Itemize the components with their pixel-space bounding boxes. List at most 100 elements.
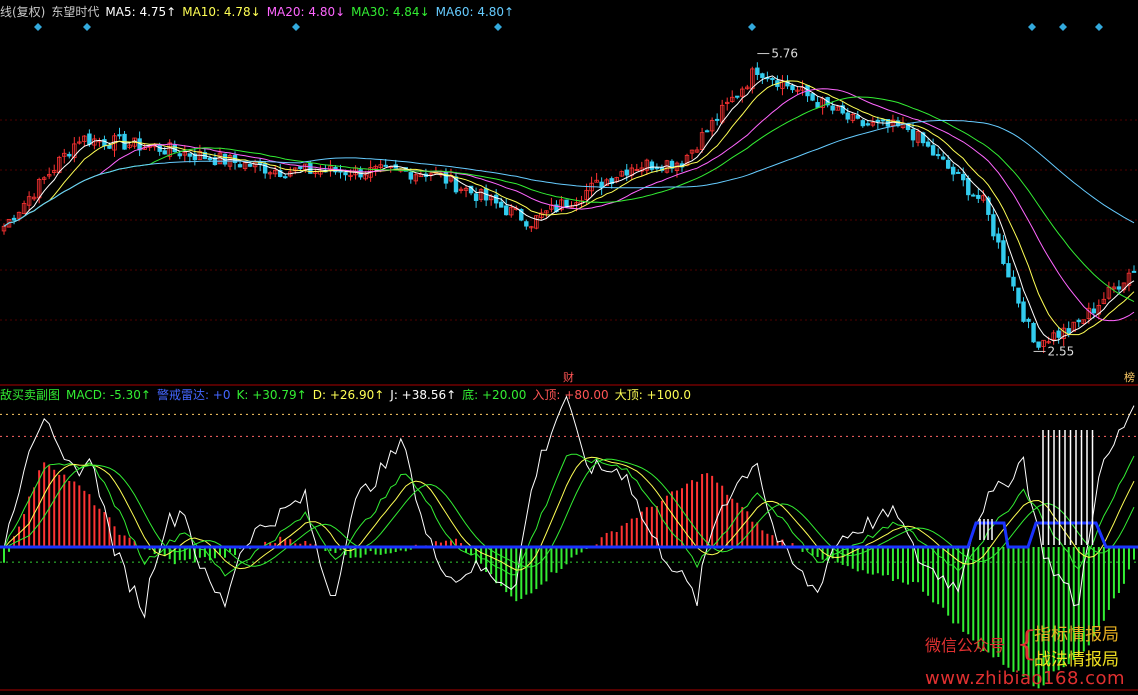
- ma20-line: [3, 88, 1135, 322]
- top-legend-item-1: 东望时代: [51, 5, 100, 19]
- radar-line: [0, 521, 1138, 549]
- candle-body: [704, 130, 710, 133]
- candle-body: [845, 112, 850, 120]
- candle-body: [790, 85, 795, 91]
- candle-body: [564, 199, 569, 208]
- candle-body: [945, 159, 951, 169]
- kdj-d-line: [3, 456, 1135, 571]
- candle-body: [102, 139, 107, 147]
- signal-diamond-0: [34, 23, 42, 31]
- candle-body: [735, 95, 740, 98]
- candle-body: [1011, 276, 1016, 287]
- bottom-legend-item-3: K: +30.79↑: [236, 388, 307, 402]
- candle-body: [935, 154, 941, 157]
- candle-body: [880, 119, 886, 122]
- candle-body: [1016, 287, 1021, 304]
- high-price-label: 5.76: [771, 47, 798, 61]
- candle-body: [1116, 286, 1122, 290]
- candle-body: [11, 217, 17, 221]
- candle-body: [875, 119, 881, 123]
- candle-body: [504, 205, 509, 216]
- top-legend-item-4: MA20: 4.80↓: [266, 5, 346, 19]
- candle-body: [493, 194, 499, 204]
- candle-body: [810, 93, 815, 101]
- ma30-line: [3, 96, 1135, 303]
- candle-body: [524, 221, 529, 227]
- indicator-panel-legend: 敌买卖副图 MACD: -5.30↑ 警戒雷达: +0 K: +30.79↑ D: +2…: [0, 388, 697, 402]
- cai-marker: 财: [563, 370, 574, 384]
- bottom-legend-item-5: J: +38.56↑: [390, 388, 457, 402]
- signal-diamond-2: [292, 23, 300, 31]
- candle-body: [498, 201, 504, 208]
- candle-body: [1001, 240, 1006, 264]
- candle-body: [951, 166, 956, 175]
- candle-body: [237, 164, 243, 168]
- candle-body: [283, 176, 288, 179]
- candle-body: [991, 214, 996, 237]
- watermark-account-name-2: 战法情报局: [1034, 650, 1119, 670]
- candle-body: [961, 173, 966, 181]
- signal-diamond-5: [1028, 23, 1036, 31]
- candle-body: [1056, 330, 1061, 338]
- low-price-label: 2.55: [1048, 344, 1075, 358]
- candle-body: [1031, 323, 1036, 343]
- candle-body: [1091, 308, 1097, 314]
- bottom-legend-item-0: 敌买卖副图: [0, 388, 61, 402]
- candle-body: [1066, 328, 1071, 334]
- signal-diamond-6: [1059, 23, 1067, 31]
- candle-body: [67, 153, 72, 157]
- candle-body: [408, 172, 413, 180]
- candle-body: [177, 153, 182, 157]
- top-legend-item-0: 线(复权): [0, 5, 46, 19]
- candle-body: [207, 157, 213, 161]
- top-legend-item-6: MA60: 4.80↑: [435, 5, 515, 19]
- candle-body: [1036, 341, 1041, 348]
- candle-body: [1021, 301, 1026, 322]
- top-legend-item-2: MA5: 4.75↑: [105, 5, 177, 19]
- candle-body: [940, 156, 946, 160]
- stock-chart[interactable]: 5.76 2.55 财 榜: [0, 0, 1138, 695]
- candle-body: [760, 73, 765, 78]
- bang-marker: 榜: [1124, 370, 1135, 384]
- candle-body: [976, 194, 981, 199]
- candle-body: [298, 166, 303, 169]
- bottom-legend-item-4: D: +26.90↑: [312, 388, 385, 402]
- candle-body: [187, 153, 193, 157]
- candle-body: [996, 233, 1001, 243]
- candle-body: [956, 171, 961, 174]
- candle-body: [624, 169, 629, 176]
- candle-body: [830, 105, 835, 111]
- watermark-wechat-label: 微信公众号: [925, 636, 1006, 655]
- bottom-legend-item-2: 警戒雷达: +0: [156, 388, 231, 402]
- candle-body: [815, 102, 820, 108]
- bottom-legend-item-6: 底: +20.00: [462, 388, 527, 402]
- candle-body: [1006, 263, 1011, 278]
- candle-body: [649, 161, 655, 170]
- watermark-account-name-1: 指标情报局: [1034, 625, 1119, 645]
- candle-body: [1026, 318, 1031, 322]
- candle-body: [865, 123, 871, 126]
- candle-body: [755, 67, 760, 75]
- candle-body: [971, 194, 976, 197]
- top-legend-item-3: MA10: 4.78↓: [182, 5, 261, 19]
- candle-body: [654, 167, 660, 170]
- signal-diamond-3: [494, 23, 502, 31]
- candle-body: [117, 134, 122, 137]
- bottom-legend-item-1: MACD: -5.30↑: [66, 388, 151, 402]
- bottom-legend-item-7: 入顶: +80.00: [532, 388, 609, 402]
- watermark-url: www.zhibiao168.com: [925, 668, 1126, 689]
- signal-diamond-4: [748, 23, 756, 31]
- candle-body: [343, 172, 348, 176]
- candle-body: [107, 144, 112, 149]
- candle-body: [1076, 319, 1081, 323]
- candle-body: [860, 120, 865, 127]
- candle-body: [910, 129, 916, 141]
- kdj-k-line: [3, 453, 1135, 577]
- candle-body: [247, 163, 253, 167]
- kdj-j-line: [3, 395, 1135, 619]
- bottom-legend-item-8: 大顶: +100.0: [614, 388, 691, 402]
- top-legend-item-5: MA30: 4.84↓: [351, 5, 430, 19]
- signal-diamond-7: [1095, 23, 1103, 31]
- candle-body: [770, 77, 775, 81]
- candle-body: [87, 133, 92, 145]
